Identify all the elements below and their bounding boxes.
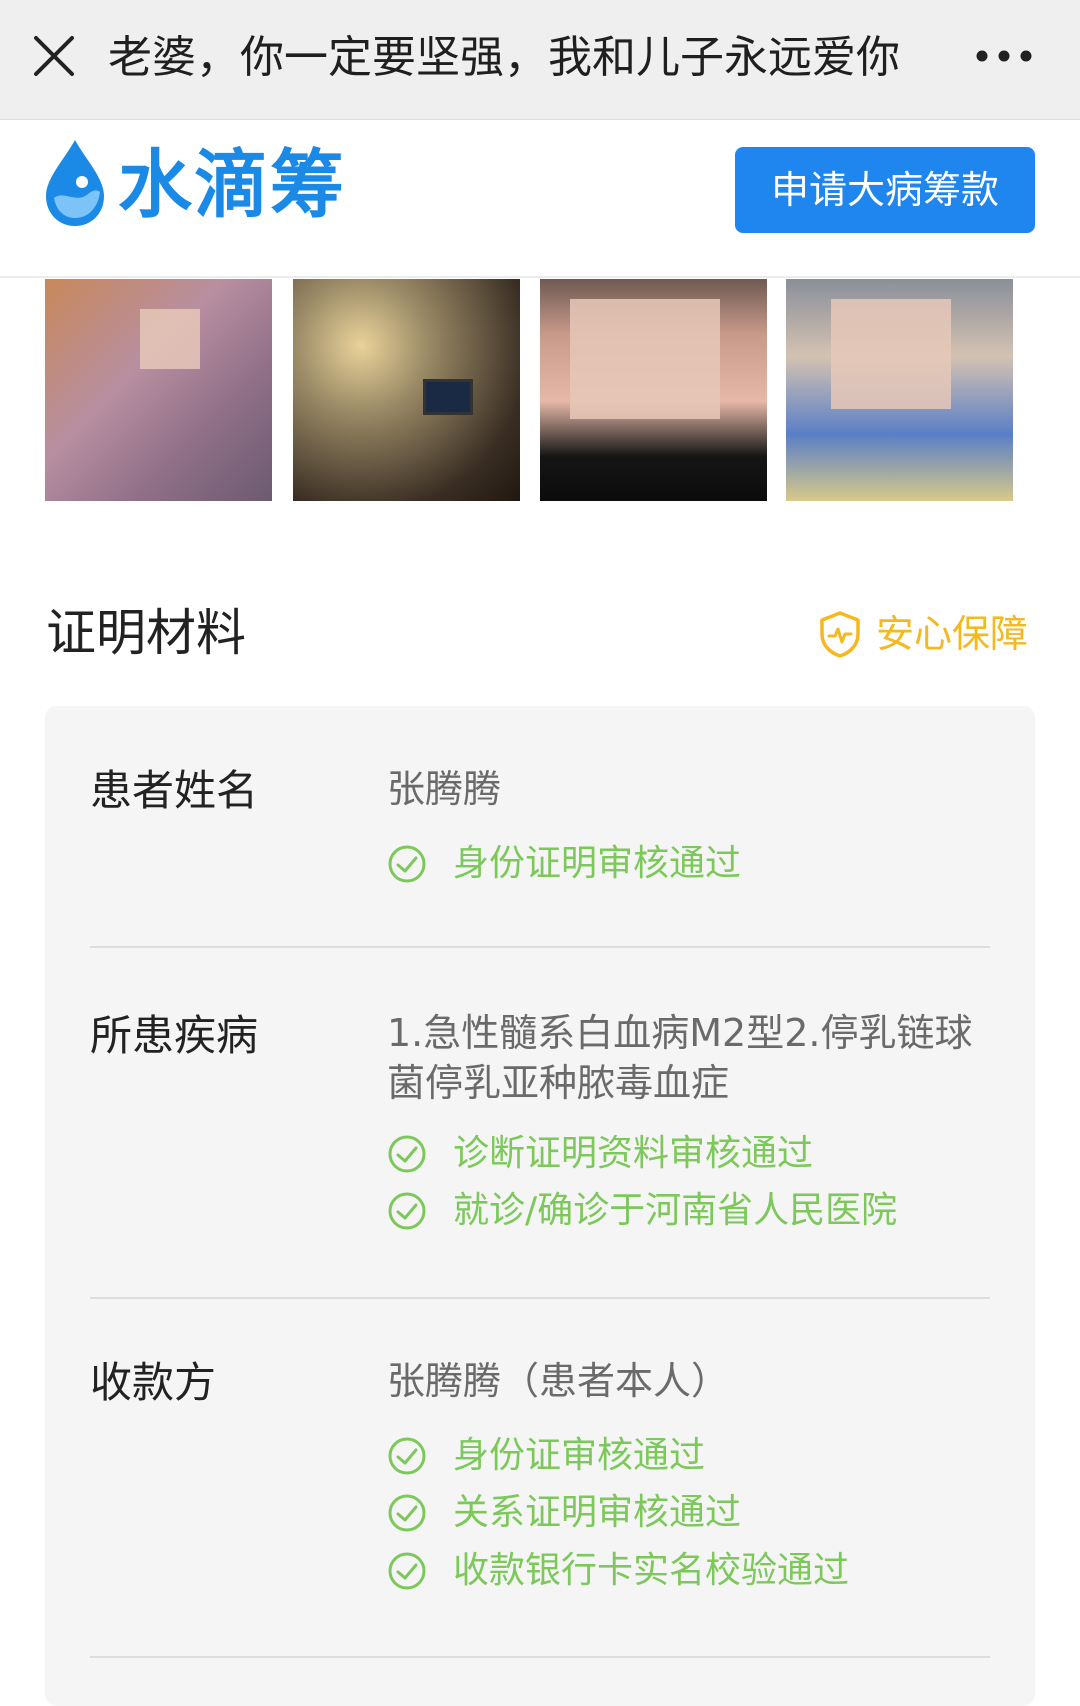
page-title: 老婆，你一定要坚强，我和儿子永远爱你 (108, 32, 900, 83)
check-circle-icon (388, 1192, 426, 1230)
patient-name-value: 张腾腾 (387, 767, 502, 811)
check-label: 诊断证明资料审核通过 (453, 1133, 814, 1174)
check-item: 身份证明审核通过 (387, 841, 741, 887)
payee-label: 收款方 (90, 1358, 217, 1407)
check-label: 关系证明审核通过 (453, 1492, 742, 1533)
patient-photo-4[interactable] (786, 279, 1013, 501)
check-circle-icon (388, 845, 426, 883)
section-title: 证明材料 (46, 604, 246, 662)
payee-value: 张腾腾（患者本人） (387, 1359, 730, 1403)
check-label: 身份证明审核通过 (453, 843, 742, 884)
check-circle-icon (388, 1552, 426, 1590)
divider (90, 1297, 990, 1299)
patient-photo-3[interactable] (540, 279, 767, 501)
check-item: 身份证审核通过 (387, 1433, 705, 1479)
check-item: 关系证明审核通过 (387, 1490, 741, 1536)
check-item: 就诊/确诊于河南省人民医院 (387, 1188, 897, 1234)
check-label: 收款银行卡实名校验通过 (453, 1550, 850, 1591)
check-label: 身份证审核通过 (453, 1435, 706, 1476)
divider (90, 946, 990, 948)
check-circle-icon (388, 1494, 426, 1532)
apply-fundraising-button[interactable]: 申请大病筹款 (735, 147, 1035, 233)
shield-heartbeat-icon (820, 611, 860, 658)
disease-value: 1.急性髓系白血病M2型2.停乳链球菌停乳亚种脓毒血症 (387, 1011, 973, 1105)
close-icon[interactable] (30, 32, 78, 80)
check-circle-icon (388, 1135, 426, 1173)
patient-photo-1[interactable] (45, 279, 272, 501)
top-navbar: 老婆，你一定要坚强，我和儿子永远爱你 (0, 0, 1080, 120)
guarantee-link[interactable]: 安心保障 (818, 608, 1028, 660)
check-item: 诊断证明资料审核通过 (387, 1131, 813, 1177)
more-dots-icon[interactable] (972, 34, 1052, 78)
patient-photo-2[interactable] (293, 279, 520, 501)
guarantee-label: 安心保障 (876, 612, 1029, 656)
check-label: 就诊/确诊于河南省人民医院 (453, 1190, 898, 1231)
water-drop-icon (42, 138, 108, 228)
brand-name: 水滴筹 (118, 142, 346, 228)
check-circle-icon (388, 1437, 426, 1475)
check-item: 收款银行卡实名校验通过 (387, 1548, 849, 1594)
disease-label: 所患疾病 (90, 1011, 259, 1060)
divider (90, 1656, 990, 1658)
patient-name-label: 患者姓名 (90, 766, 259, 815)
